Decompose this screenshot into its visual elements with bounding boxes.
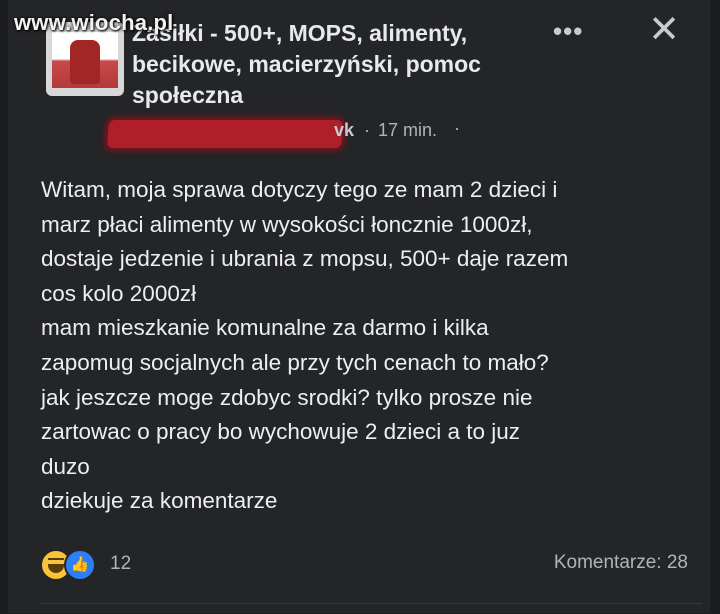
more-options-icon[interactable]: ••• [553,16,593,46]
comments-count-link[interactable]: Komentarze: 28 [554,552,688,574]
meta-separator: · [454,118,460,138]
group-title-line: becikowe, macierzyński, pomoc [132,51,481,77]
redacted-author-name [107,120,343,148]
watermark: www.wiocha.pl [14,10,174,35]
like-reaction-icon: 👍 [64,549,96,581]
post-meta: vk · 17 min. · [107,118,488,148]
close-icon[interactable]: ✕ [646,11,682,49]
group-title-line: Zasiłki - 500+, MOPS, alimenty, [132,20,468,46]
post-timestamp[interactable]: 17 min. [378,120,437,141]
group-title-line: społeczna [132,82,244,108]
meta-separator: · [364,120,370,140]
reactions-summary[interactable]: 👍 12 [40,549,240,581]
author-name[interactable]: vk [334,120,354,141]
reaction-count: 12 [110,553,132,574]
group-title[interactable]: Zasiłki - 500+, MOPS, alimenty, becikowe… [132,18,552,111]
avatar-hand-image [70,40,100,84]
haha-mouth [48,564,64,573]
action-bar-divider [40,603,702,614]
post-body-text: Witam, moja sprawa dotyczy tego ze mam 2… [41,177,569,514]
